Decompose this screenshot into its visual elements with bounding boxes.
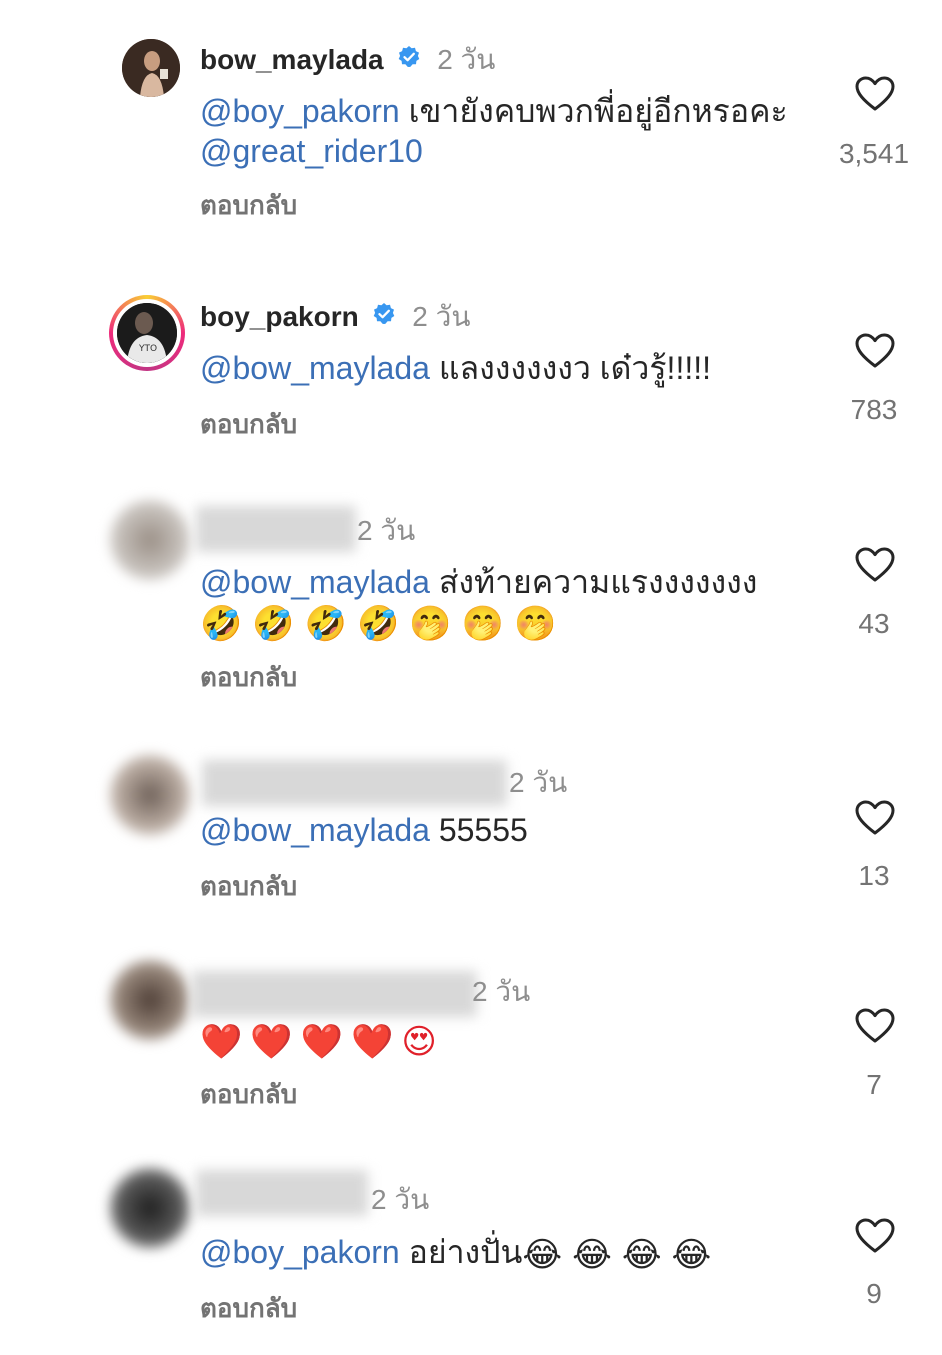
like-count: 7 [866,1069,882,1100]
reply-button[interactable]: ตอบกลับ [200,409,297,439]
verified-badge-icon [397,43,421,77]
heart-outline-icon[interactable] [855,800,895,836]
like-count: 3,541 [838,138,910,169]
heart-outline-icon[interactable] [855,1008,895,1044]
comment-timestamp: 2 วัน [371,1184,430,1215]
mention-link[interactable]: @great_rider10 [200,133,423,169]
avatar-photo: YTO [117,303,177,363]
comment-text: @bow_maylada 55555 [200,810,528,850]
avatar[interactable] [110,960,190,1040]
verified-badge-icon [372,300,396,334]
comment-item: 2 วัน @bow_maylada ส่งท้ายความแรงงงงงงง … [0,490,942,740]
comment-text: @boy_pakorn อย่างปั่น😂😂😂😂 [200,1232,727,1275]
avatar-photo [122,39,180,97]
reply-button[interactable]: ตอบกลับ [200,662,297,692]
mention-link[interactable]: @bow_maylada [200,812,430,848]
reply-button[interactable]: ตอบกลับ [200,1293,297,1323]
emoji-group: 🤣🤣🤣🤣🤭🤭🤭 [200,604,567,643]
comment-text: @bow_maylada ส่งท้ายความแรงงงงงงง [200,562,757,602]
avatar[interactable] [110,500,190,580]
comment-timestamp: 2 วัน [412,301,471,332]
avatar[interactable] [110,755,190,835]
heart-outline-icon[interactable] [855,1218,895,1254]
comment-timestamp: 2 วัน [472,976,531,1007]
username[interactable]: boy_pakorn [200,301,359,332]
reply-button[interactable]: ตอบกลับ [200,1079,297,1109]
comment-text: @boy_pakorn เขายังคบพวกพี่อยู่อีกหรอคะ [200,91,788,131]
emoji-group: ❤️❤️❤️❤️😍 [200,1022,445,1061]
comment-text-body: 55555 [429,812,528,848]
comment-item: YTO boy_pakorn 2 วัน @bow_maylada แลงงงง… [0,270,942,490]
like-count: 783 [850,394,898,425]
heart-outline-icon[interactable] [855,76,895,112]
comment-text-body: อย่างปั่น [399,1234,523,1270]
comment-text: @bow_maylada แลงงงงงงว เด๋วรู้!!!!! [200,348,711,388]
avatar: YTO [117,303,177,363]
username-redacted [196,506,356,552]
emoji-group: 😂😂😂😂 [522,1235,722,1274]
heart-outline-icon[interactable] [855,547,895,583]
mention-link[interactable]: @bow_maylada [200,564,430,600]
comment-text-body: เขายังคบพวกพี่อยู่อีกหรอคะ [399,93,788,129]
comment-timestamp: 2 วัน [509,767,568,798]
heart-outline-icon[interactable] [855,333,895,369]
comment-item: bow_maylada 2 วัน @boy_pakorn เขายังคบพว… [0,0,942,250]
like-count: 43 [858,608,890,639]
comment-item: 2 วัน @bow_maylada 55555 ตอบกลับ 13 [0,740,942,955]
mention-link[interactable]: @boy_pakorn [200,93,400,129]
svg-text:YTO: YTO [138,344,157,354]
comment-timestamp: 2 วัน [357,515,416,546]
emoji-line: 🤣🤣🤣🤣🤭🤭🤭 [200,601,572,644]
emoji-line: ❤️❤️❤️❤️😍 [200,1019,451,1062]
username-redacted [192,971,477,1017]
reply-button[interactable]: ตอบกลับ [200,871,297,901]
avatar[interactable] [110,1168,190,1248]
comment-header: boy_pakorn 2 วัน [200,300,470,334]
comment-header: bow_maylada 2 วัน [200,43,495,77]
comment-text-line2: @great_rider10 [200,131,423,171]
comment-item: 2 วัน @boy_pakorn อย่างปั่น😂😂😂😂 ตอบกลับ … [0,1160,942,1355]
comment-timestamp: 2 วัน [437,44,496,75]
avatar[interactable] [122,39,180,97]
comment-text-body: แลงงงงงงว เด๋วรู้!!!!! [429,350,711,386]
like-count: 9 [866,1278,882,1309]
comment-text-body: ส่งท้ายความแรงงงงงงง [429,564,758,600]
mention-link[interactable]: @bow_maylada [200,350,430,386]
comment-item: 2 วัน ❤️❤️❤️❤️😍 ตอบกลับ 7 [0,955,942,1155]
username-redacted [202,760,507,806]
like-count: 13 [858,860,890,891]
reply-button[interactable]: ตอบกลับ [200,190,297,220]
mention-link[interactable]: @boy_pakorn [200,1234,400,1270]
username[interactable]: bow_maylada [200,44,384,75]
avatar-story-ring[interactable]: YTO [109,295,185,371]
username-redacted [196,1170,368,1216]
